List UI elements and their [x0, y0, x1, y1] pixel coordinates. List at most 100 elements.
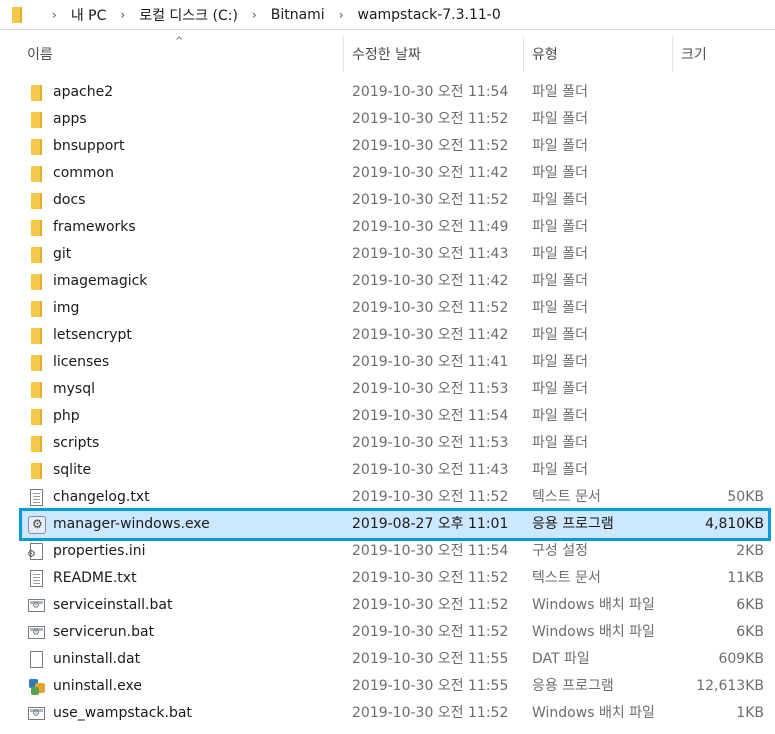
file-type: 응용 프로그램: [532, 516, 614, 532]
breadcrumb-item[interactable]: 내 PC: [71, 5, 107, 25]
file-row[interactable]: img 2019-10-30 오전 11:52 파일 폴더: [22, 295, 768, 322]
chevron-right-icon[interactable]: ›: [120, 8, 125, 22]
file-date: 2019-10-30 오전 11:49: [352, 219, 509, 235]
file-row[interactable]: apps 2019-10-30 오전 11:52 파일 폴더: [22, 106, 768, 133]
column-header-name[interactable]: 이름: [27, 36, 53, 72]
file-name: img: [53, 300, 80, 316]
file-name: apps: [53, 111, 87, 127]
folder-icon: [28, 327, 46, 345]
file-date: 2019-10-30 오전 11:52: [352, 300, 509, 316]
file-name: imagemagick: [53, 273, 148, 289]
chevron-right-icon[interactable]: ›: [52, 8, 57, 22]
file-type: DAT 파일: [532, 651, 590, 667]
file-type: Windows 배치 파일: [532, 597, 655, 613]
file-row[interactable]: bnsupport 2019-10-30 오전 11:52 파일 폴더: [22, 133, 768, 160]
file-name: letsencrypt: [53, 327, 132, 343]
application-icon: [28, 516, 46, 534]
folder-icon: [28, 435, 46, 453]
file-row[interactable]: php 2019-10-30 오전 11:54 파일 폴더: [22, 403, 768, 430]
column-header-row: 이름 수정한 날짜 유형 크기: [0, 36, 775, 72]
breadcrumb-item[interactable]: 로컬 디스크 (C:): [139, 5, 238, 25]
file-date: 2019-10-30 오전 11:52: [352, 111, 509, 127]
file-row[interactable]: properties.ini 2019-10-30 오전 11:54 구성 설정 2K…: [22, 538, 768, 565]
file-row[interactable]: scripts 2019-10-30 오전 11:53 파일 폴더: [22, 430, 768, 457]
file-row[interactable]: use_wampstack.bat 2019-10-30 오전 11:52 Wind…: [22, 700, 768, 727]
column-divider[interactable]: [343, 36, 344, 72]
file-row[interactable]: imagemagick 2019-10-30 오전 11:42 파일 폴더: [22, 268, 768, 295]
file-row[interactable]: README.txt 2019-10-30 오전 11:52 텍스트 문서 11KB: [22, 565, 768, 592]
column-header-date[interactable]: 수정한 날짜: [352, 36, 421, 72]
file-name: git: [53, 246, 72, 262]
file-row[interactable]: changelog.txt 2019-10-30 오전 11:52 텍스트 문서 50…: [22, 484, 768, 511]
file-row[interactable]: docs 2019-10-30 오전 11:52 파일 폴더: [22, 187, 768, 214]
column-divider[interactable]: [523, 36, 524, 72]
file-date: 2019-10-30 오전 11:52: [352, 597, 509, 613]
file-size: 609KB: [718, 651, 764, 667]
file-type: 파일 폴더: [532, 192, 588, 208]
file-size: 2KB: [736, 543, 764, 559]
chevron-right-icon[interactable]: ›: [252, 8, 257, 22]
column-header-type[interactable]: 유형: [532, 36, 558, 72]
file-name: README.txt: [53, 570, 137, 586]
file-date: 2019-10-30 오전 11:41: [352, 354, 509, 370]
file-row[interactable]: frameworks 2019-10-30 오전 11:49 파일 폴더: [22, 214, 768, 241]
file-type: 파일 폴더: [532, 327, 588, 343]
folder-icon: [28, 165, 46, 183]
file-date: 2019-10-30 오전 11:54: [352, 408, 509, 424]
file-size: 6KB: [736, 597, 764, 613]
address-bar[interactable]: › 내 PC › 로컬 디스크 (C:) › Bitnami › wampsta…: [0, 0, 775, 30]
file-type: 파일 폴더: [532, 354, 588, 370]
file-date: 2019-10-30 오전 11:53: [352, 381, 509, 397]
file-type: 파일 폴더: [532, 462, 588, 478]
breadcrumb-item[interactable]: wampstack-7.3.11-0: [358, 7, 501, 23]
file-name: manager-windows.exe: [53, 516, 210, 532]
chevron-right-icon[interactable]: ›: [339, 8, 344, 22]
file-row[interactable]: mysql 2019-10-30 오전 11:53 파일 폴더: [22, 376, 768, 403]
file-row[interactable]: git 2019-10-30 오전 11:43 파일 폴더: [22, 241, 768, 268]
file-name: php: [53, 408, 80, 424]
sort-ascending-icon: ^: [175, 36, 184, 47]
file-date: 2019-10-30 오전 11:43: [352, 462, 509, 478]
file-type: 파일 폴더: [532, 246, 588, 262]
file-row[interactable]: common 2019-10-30 오전 11:42 파일 폴더: [22, 160, 768, 187]
file-size: 6KB: [736, 624, 764, 640]
file-date: 2019-10-30 오전 11:54: [352, 543, 509, 559]
breadcrumb: › 내 PC › 로컬 디스크 (C:) › Bitnami › wampsta…: [38, 5, 501, 25]
file-row[interactable]: letsencrypt 2019-10-30 오전 11:42 파일 폴더: [22, 322, 768, 349]
file-size: 1KB: [736, 705, 764, 721]
file-name: uninstall.dat: [53, 651, 141, 667]
file-name: servicerun.bat: [53, 624, 155, 640]
file-type: 파일 폴더: [532, 165, 588, 181]
file-name: sqlite: [53, 462, 92, 478]
file-name: apache2: [53, 84, 114, 100]
file-name: frameworks: [53, 219, 136, 235]
file-row[interactable]: apache2 2019-10-30 오전 11:54 파일 폴더: [22, 79, 768, 106]
file-row[interactable]: uninstall.dat 2019-10-30 오전 11:55 DAT 파일 60…: [22, 646, 768, 673]
batch-file-icon: [28, 624, 46, 642]
text-file-icon: [28, 489, 46, 507]
folder-icon: [28, 192, 46, 210]
file-type: 파일 폴더: [532, 381, 588, 397]
file-type: 파일 폴더: [532, 408, 588, 424]
file-date: 2019-08-27 오후 11:01: [352, 516, 509, 532]
file-row[interactable]: serviceinstall.bat 2019-10-30 오전 11:52 Win…: [22, 592, 768, 619]
folder-icon: [12, 6, 22, 23]
file-row[interactable]: servicerun.bat 2019-10-30 오전 11:52 Windows…: [22, 619, 768, 646]
file-row[interactable]: licenses 2019-10-30 오전 11:41 파일 폴더: [22, 349, 768, 376]
file-size: 11KB: [727, 570, 764, 586]
folder-icon: [28, 273, 46, 291]
breadcrumb-item[interactable]: Bitnami: [271, 7, 325, 23]
column-divider[interactable]: [672, 36, 673, 72]
file-row[interactable]: uninstall.exe 2019-10-30 오전 11:55 응용 프로그램 1…: [22, 673, 768, 700]
file-row[interactable]: manager-windows.exe 2019-08-27 오후 11:01 응용…: [19, 508, 771, 541]
column-header-size[interactable]: 크기: [681, 36, 707, 72]
file-date: 2019-10-30 오전 11:42: [352, 165, 509, 181]
file-name: scripts: [53, 435, 100, 451]
file-row[interactable]: sqlite 2019-10-30 오전 11:43 파일 폴더: [22, 457, 768, 484]
file-date: 2019-10-30 오전 11:55: [352, 678, 509, 694]
file-date: 2019-10-30 오전 11:52: [352, 489, 509, 505]
file-date: 2019-10-30 오전 11:55: [352, 651, 509, 667]
batch-file-icon: [28, 705, 46, 723]
file-date: 2019-10-30 오전 11:43: [352, 246, 509, 262]
folder-icon: [28, 354, 46, 372]
